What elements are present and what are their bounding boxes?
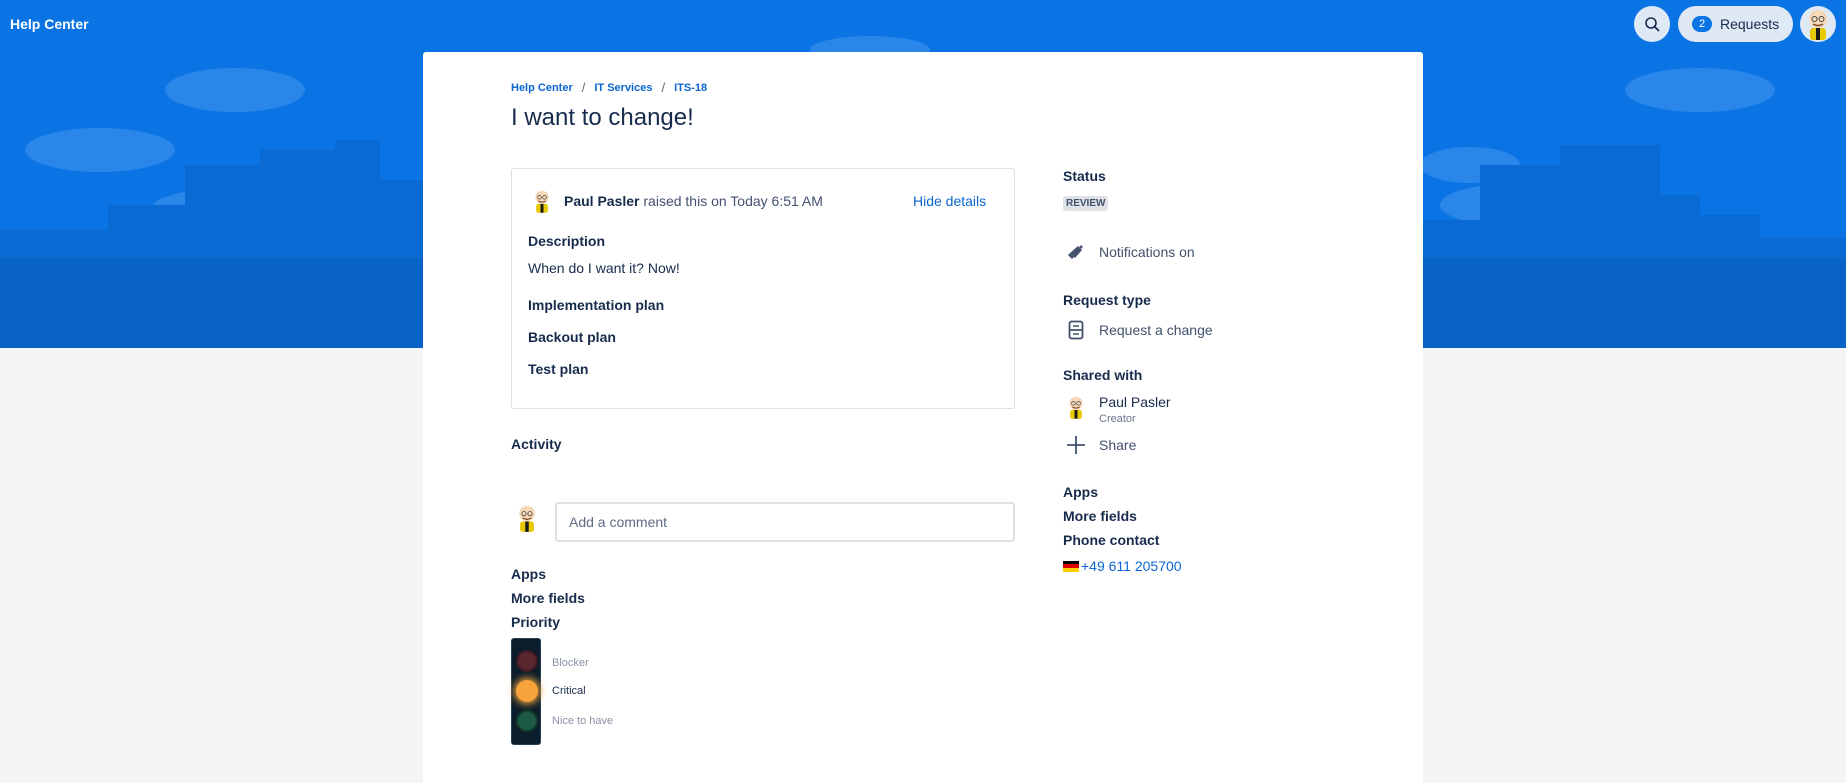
phone-contact-heading: Phone contact [1063,532,1160,548]
sidebar-apps-heading[interactable]: Apps [1063,484,1098,500]
megaphone-icon [1063,243,1089,261]
activity-heading: Activity [511,436,562,452]
request-type-heading: Request type [1063,292,1151,308]
breadcrumb-it-services[interactable]: IT Services [594,82,652,94]
germany-flag-icon [1063,560,1079,572]
breadcrumb-issue-key[interactable]: ITS-18 [674,82,707,94]
notifications-label: Notifications on [1099,244,1195,260]
status-heading: Status [1063,168,1106,184]
raised-by-line: Paul Pasler raised this on Today 6:51 AM [564,193,823,209]
more-fields-heading[interactable]: More fields [511,590,585,606]
share-button[interactable]: Share [1063,435,1136,455]
description-label: Description [528,233,606,249]
plus-icon [1063,435,1089,455]
page-title: I want to change! [511,104,694,131]
user-avatar-icon [535,190,549,213]
critical-light [516,680,538,702]
request-type-value: Request a change [1099,322,1213,338]
requests-button[interactable]: 2 Requests [1678,6,1793,42]
share-label: Share [1099,437,1137,453]
breadcrumb: Help Center / IT Services / ITS-18 [511,80,707,95]
add-comment-input[interactable]: Add a comment [555,502,1015,542]
blocker-light [516,650,538,672]
commenter-avatar [514,503,540,538]
request-card [423,52,1423,783]
request-form-icon [1063,320,1089,340]
description-value: When do I want it? Now! [528,260,680,276]
priority-heading: Priority [511,614,561,630]
phone-contact-link[interactable]: +49 611 205700 [1063,558,1182,574]
phone-number: +49 611 205700 [1081,558,1182,574]
search-icon [1645,17,1660,32]
nice-to-have-light [516,710,538,732]
priority-nice-to-have: Nice to have [552,715,614,727]
priority-blocker: Blocker [552,657,589,669]
test-plan-label: Test plan [528,361,589,377]
raised-timestamp: raised this on Today 6:51 AM [643,193,823,209]
breadcrumb-help-center[interactable]: Help Center [511,82,573,94]
shared-user-name: Paul Pasler [1099,394,1171,410]
top-bar: Help Center 2 Requests [0,0,1846,48]
user-avatar-icon [519,505,535,532]
shared-with-heading: Shared with [1063,367,1143,383]
reporter-name: Paul Pasler [564,193,640,209]
traffic-light-icon [511,638,541,745]
user-avatar-icon [1063,394,1089,420]
breadcrumb-separator: / [581,80,586,95]
request-type-row: Request a change [1063,320,1213,340]
priority-critical: Critical [552,685,586,697]
breadcrumb-separator: / [661,80,666,95]
search-button[interactable] [1634,6,1670,42]
notifications-toggle[interactable]: Notifications on [1063,243,1195,261]
reporter-avatar [531,189,553,218]
implementation-plan-label: Implementation plan [528,297,665,313]
requests-label: Requests [1720,16,1780,32]
backout-plan-label: Backout plan [528,329,616,345]
user-avatar-icon [1809,10,1827,40]
sidebar-more-fields-heading[interactable]: More fields [1063,508,1137,524]
shared-user-role: Creator [1099,413,1136,425]
status-badge: REVIEW [1063,196,1109,211]
apps-heading[interactable]: Apps [511,566,546,582]
profile-avatar-button[interactable] [1800,6,1836,42]
help-center-logo-link[interactable]: Help Center [10,16,89,32]
requests-count-badge: 2 [1692,16,1712,32]
hide-details-link[interactable]: Hide details [913,193,986,209]
